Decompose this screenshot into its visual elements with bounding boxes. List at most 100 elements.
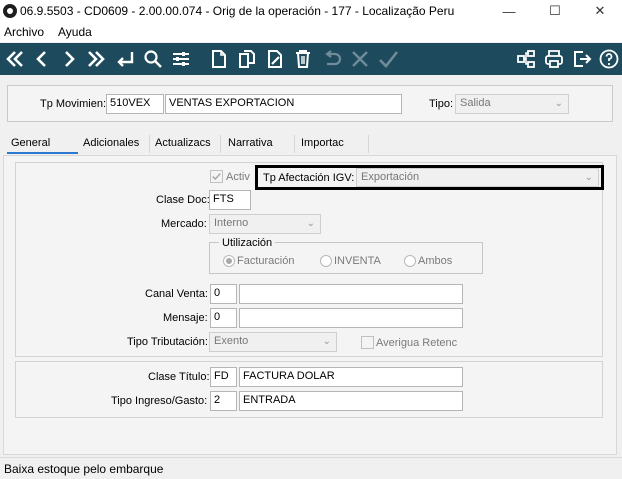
new-button[interactable] [207,47,231,71]
chevron-down-icon: ⌄ [554,98,563,109]
tp-movimien-label: Tp Movimien: [40,98,107,110]
help-icon [599,49,619,69]
return-button[interactable] [113,47,137,71]
tipo-ingreso-desc-field: ENTRADA [239,391,463,411]
tipo-ingreso-code-field[interactable]: 2 [210,391,237,411]
tipo-select[interactable]: Salida ⌄ [455,94,569,114]
mensaje-label: Mensaje: [163,312,208,324]
tab-importac[interactable]: Importac [301,137,344,154]
window-title: 06.9.5503 - CD0609 - 2.00.00.074 - Orig … [20,4,455,18]
help-button[interactable] [597,47,621,71]
radio-facturacion[interactable] [223,255,235,267]
averigua-retenc-label: Averigua Retenc [376,337,458,349]
active-tab-indicator [7,152,78,154]
app-icon [3,4,17,18]
tab-narrativa[interactable]: Narrativa [228,137,273,154]
undo-button[interactable] [320,47,344,71]
canal-venta-field[interactable]: 0 [210,284,237,304]
mercado-label: Mercado: [161,218,207,230]
chevron-down-icon: ⌄ [322,336,331,347]
copy-button[interactable] [235,47,259,71]
radio-inventa[interactable] [320,255,332,267]
delete-icon [296,50,310,68]
exit-button[interactable] [570,47,594,71]
mensaje-field[interactable]: 0 [210,308,237,328]
mercado-value: Interno [214,217,249,229]
search-button[interactable] [141,47,165,71]
tab-separator [368,135,369,153]
next-record-button[interactable] [57,47,81,71]
canal-venta-desc-field [239,284,463,304]
menu-ayuda[interactable]: Ayuda [58,25,92,39]
first-icon [6,51,23,67]
confirm-button[interactable] [376,47,400,71]
close-button[interactable]: ✕ [577,0,622,22]
tp-movimien-desc-field: VENTAS EXPORTACION [165,94,402,114]
activ-checkbox[interactable] [210,170,223,183]
filter-icon [173,52,189,66]
previous-record-button[interactable] [30,47,54,71]
clase-titulo-code-field[interactable]: FD [210,367,237,387]
clase-doc-label: Clase Doc: [156,194,210,206]
status-bar: Baixa estoque pelo embarque [0,457,622,479]
tab-separator [220,135,221,153]
filter-button[interactable] [169,47,193,71]
radio-facturacion-label: Facturación [237,255,295,267]
toolbar [0,43,622,75]
copy-icon [239,50,255,68]
radio-ambos[interactable] [404,255,416,267]
tipo-ingreso-label: Tipo Ingreso/Gasto: [111,395,208,407]
menu-archivo[interactable]: Archivo [4,25,44,39]
minimize-button[interactable]: — [486,0,532,22]
mensaje-desc-field [239,308,463,328]
tab-separator [149,135,150,153]
structure-icon [517,50,535,68]
next-icon [65,51,75,67]
radio-ambos-label: Ambos [418,255,453,267]
undo-icon [325,50,342,66]
clase-titulo-label: Clase Título: [148,371,210,383]
status-text: Baixa estoque pelo embarque [4,462,164,476]
chevron-down-icon: ⌄ [306,218,315,229]
radio-inventa-label: INVENTA [334,255,381,267]
clase-titulo-desc-field: FACTURA DOLAR [239,367,463,387]
tp-movimien-code-field[interactable]: 510VEX [106,94,164,114]
tipo-label: Tipo: [429,98,454,110]
tab-adicionales[interactable]: Adicionales [83,137,139,154]
last-icon [88,51,105,67]
new-icon [212,50,226,68]
previous-icon [36,51,46,67]
chevron-down-icon: ⌄ [584,172,593,183]
edit-button[interactable] [263,47,287,71]
print-icon [545,50,563,68]
maximize-button[interactable]: ☐ [532,0,578,22]
tipo-value: Salida [460,97,491,109]
tipo-tributacion-label: Tipo Tributación: [127,336,208,348]
mercado-select[interactable]: Interno ⌄ [209,214,321,234]
print-button[interactable] [542,47,566,71]
tipo-tributacion-select[interactable]: Exento ⌄ [209,332,337,352]
averigua-retenc-checkbox[interactable] [361,336,374,349]
return-icon [117,52,134,67]
tp-afectacion-label: Tp Afectación IGV: [263,172,355,184]
confirm-icon [379,51,399,68]
cancel-icon [352,51,368,67]
canal-venta-label: Canal Venta: [145,288,208,300]
cancel-button[interactable] [348,47,372,71]
activ-label: Activ [226,171,250,183]
tab-separator [294,135,295,153]
clase-doc-field[interactable]: FTS [209,190,251,210]
delete-button[interactable] [291,47,315,71]
check-icon [212,173,221,181]
tab-actualizacs[interactable]: Actualizacs [155,137,211,154]
structure-button[interactable] [514,47,538,71]
exit-icon [574,51,592,67]
search-icon [144,50,162,68]
utilizacion-label: Utilización [219,237,276,249]
tp-afectacion-select[interactable]: Exportación ⌄ [356,168,599,187]
edit-icon [268,50,282,68]
first-record-button[interactable] [3,47,27,71]
tipo-tributacion-value: Exento [214,335,249,347]
last-record-button[interactable] [84,47,108,71]
tp-afectacion-value: Exportación [361,171,420,183]
